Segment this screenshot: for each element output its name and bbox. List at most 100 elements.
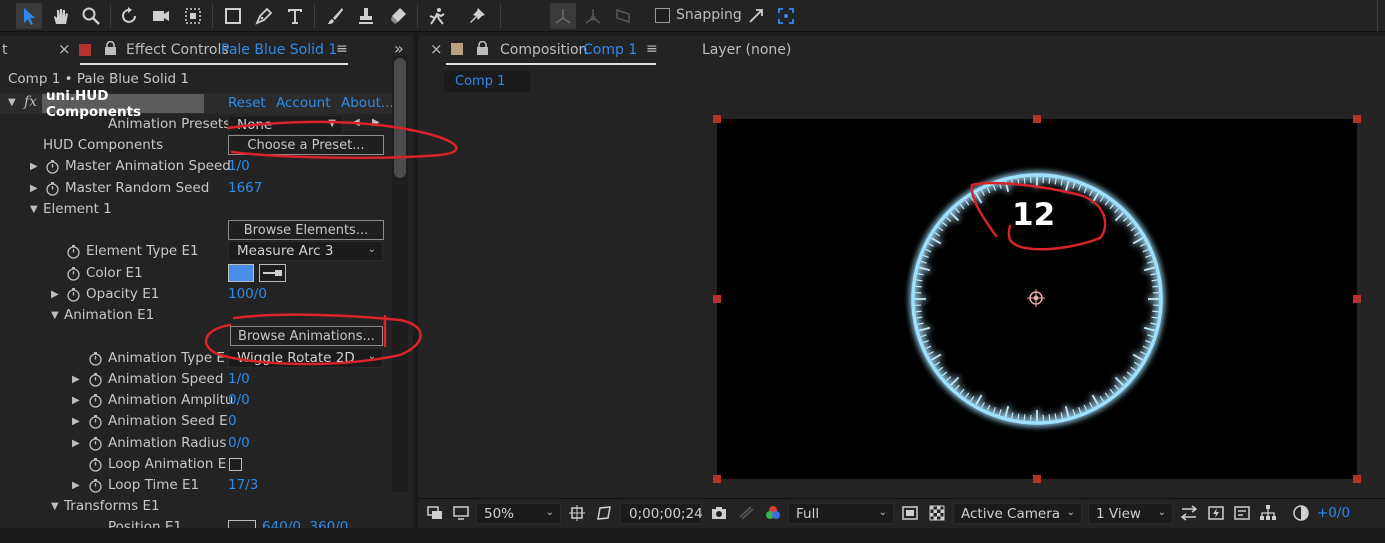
preset-prev-icon[interactable]: ◀: [352, 117, 360, 128]
effect-controls-scrollbar-thumb[interactable]: [394, 58, 406, 178]
expand-triangle-icon[interactable]: ▶: [72, 438, 80, 449]
snapshot-camera-icon[interactable]: [708, 502, 730, 524]
eraser-tool-icon[interactable]: [385, 3, 411, 29]
position-e1-value[interactable]: 640/0, 360/0: [262, 519, 348, 528]
animation-presets-dropdown[interactable]: None ▼: [228, 115, 343, 135]
effect-controls-tab-title[interactable]: Effect Controls: [126, 42, 229, 58]
snap-edges-icon[interactable]: [743, 3, 769, 29]
collapse-triangle-icon[interactable]: ▼: [30, 204, 38, 215]
lock-icon[interactable]: [104, 40, 117, 60]
monitor-icon[interactable]: [450, 502, 472, 524]
layer-handle-bottom-right[interactable]: [1353, 475, 1361, 483]
world-axis-mode-icon[interactable]: [580, 3, 606, 29]
view-layout-dropdown[interactable]: 1 View ⌄: [1088, 503, 1173, 524]
toggle-pixel-aspect-icon[interactable]: [1178, 502, 1200, 524]
puppet-pin-tool-icon[interactable]: [464, 3, 490, 29]
mask-visibility-icon[interactable]: [593, 502, 615, 524]
close-tab-icon[interactable]: ×: [430, 40, 443, 58]
panel-menu-icon[interactable]: ≡: [336, 41, 348, 57]
expand-triangle-icon[interactable]: ▶: [72, 416, 80, 427]
pan-behind-tool-icon[interactable]: [180, 3, 206, 29]
animation-type-dropdown[interactable]: Wiggle Rotate 2D ⌄: [228, 348, 383, 368]
close-tab-icon[interactable]: ×: [58, 40, 71, 58]
expand-triangle-icon[interactable]: ▶: [72, 395, 80, 406]
browse-elements-button[interactable]: Browse Elements...: [228, 220, 384, 240]
expand-triangle-icon[interactable]: ▶: [30, 161, 38, 172]
show-snapshot-icon[interactable]: [735, 502, 757, 524]
effect-reset-link[interactable]: Reset: [228, 95, 266, 111]
stopwatch-icon[interactable]: [66, 266, 81, 281]
animation-speed-value[interactable]: 1/0: [228, 371, 250, 387]
element-type-dropdown[interactable]: Measure Arc 3 ⌄: [228, 241, 383, 261]
effect-account-link[interactable]: Account: [276, 95, 331, 111]
loop-time-value[interactable]: 17/3: [228, 477, 258, 493]
composition-tab-comp-name[interactable]: Comp 1: [583, 42, 637, 58]
camera-view-dropdown[interactable]: Active Camera ⌄: [953, 503, 1082, 524]
layer-handle-bottom-left[interactable]: [713, 475, 721, 483]
stopwatch-icon[interactable]: [88, 478, 103, 493]
loop-animation-checkbox[interactable]: [229, 458, 242, 471]
stopwatch-icon[interactable]: [88, 393, 103, 408]
rotate-tool-icon[interactable]: [117, 3, 143, 29]
fast-previews-icon[interactable]: [1205, 502, 1227, 524]
animation-radius-value[interactable]: 0/0: [228, 435, 250, 451]
selection-tool-icon[interactable]: [16, 3, 42, 29]
camera-tool-icon[interactable]: [148, 3, 174, 29]
flowchart-icon[interactable]: [1257, 502, 1279, 524]
composition-tab-title[interactable]: Composition: [500, 42, 587, 58]
expand-triangle-icon[interactable]: ▶: [72, 374, 80, 385]
opacity-e1-value[interactable]: 100/0: [228, 286, 267, 302]
stopwatch-icon[interactable]: [45, 159, 60, 174]
master-random-seed-value[interactable]: 1667: [228, 180, 262, 196]
layer-handle-bottom-center[interactable]: [1033, 475, 1041, 483]
snapping-checkbox[interactable]: [655, 8, 670, 23]
comp-navigator-tab[interactable]: Comp 1: [444, 71, 530, 92]
stopwatch-icon[interactable]: [66, 244, 81, 259]
current-time-field[interactable]: 0;00;00;24: [620, 503, 703, 524]
stopwatch-icon[interactable]: [88, 414, 103, 429]
panel-menu-icon[interactable]: ≡: [646, 41, 658, 57]
rectangle-tool-icon[interactable]: [220, 3, 246, 29]
eyedropper-icon[interactable]: [259, 264, 286, 282]
region-of-interest-icon[interactable]: [899, 502, 921, 524]
effect-expand-triangle-icon[interactable]: ▼: [8, 97, 16, 108]
layer-handle-top-center[interactable]: [1033, 115, 1041, 123]
hidden-tab-stub[interactable]: t: [2, 42, 8, 58]
hand-tool-icon[interactable]: [47, 3, 73, 29]
stopwatch-icon[interactable]: [88, 457, 103, 472]
stopwatch-icon[interactable]: [88, 351, 103, 366]
collapse-triangle-icon[interactable]: ▼: [51, 310, 59, 321]
zoom-tool-icon[interactable]: [78, 3, 104, 29]
resolution-dropdown[interactable]: Full ⌄: [788, 503, 894, 524]
expand-triangle-icon[interactable]: ▶: [72, 480, 80, 491]
color-channels-icon[interactable]: [762, 502, 784, 524]
lock-icon[interactable]: [476, 40, 489, 60]
master-animation-speed-value[interactable]: 1/0: [228, 158, 250, 174]
effect-name[interactable]: uni.HUD Components: [42, 88, 204, 120]
animation-seed-value[interactable]: 0: [228, 413, 237, 429]
stopwatch-icon[interactable]: [66, 287, 81, 302]
transparency-grid-icon[interactable]: [926, 502, 948, 524]
panel-divider[interactable]: [413, 32, 418, 528]
expand-triangle-icon[interactable]: ▶: [30, 183, 38, 194]
layer-handle-middle-left[interactable]: [713, 295, 721, 303]
browse-animations-button[interactable]: Browse Animations...: [230, 326, 383, 346]
fx-toggle-icon[interactable]: fx: [24, 94, 37, 110]
view-axis-mode-icon[interactable]: [610, 3, 636, 29]
grid-guides-icon[interactable]: [566, 502, 588, 524]
timeline-icon[interactable]: [1231, 502, 1253, 524]
stopwatch-icon[interactable]: [88, 372, 103, 387]
position-crosshair-icon[interactable]: [228, 520, 256, 528]
exposure-value[interactable]: +0/0: [1317, 505, 1350, 521]
anchor-point-icon[interactable]: [1027, 289, 1045, 307]
expand-triangle-icon[interactable]: ▶: [51, 289, 59, 300]
animation-amplitude-value[interactable]: 0/0: [228, 392, 250, 408]
brush-tool-icon[interactable]: [322, 3, 348, 29]
layer-handle-top-right[interactable]: [1353, 115, 1361, 123]
choose-preset-button[interactable]: Choose a Preset...: [228, 135, 384, 155]
color-swatch[interactable]: [228, 264, 254, 282]
pen-tool-icon[interactable]: [251, 3, 277, 29]
layer-panel-tab[interactable]: Layer (none): [702, 42, 791, 58]
layer-handle-top-left[interactable]: [713, 115, 721, 123]
clone-stamp-tool-icon[interactable]: [353, 3, 379, 29]
